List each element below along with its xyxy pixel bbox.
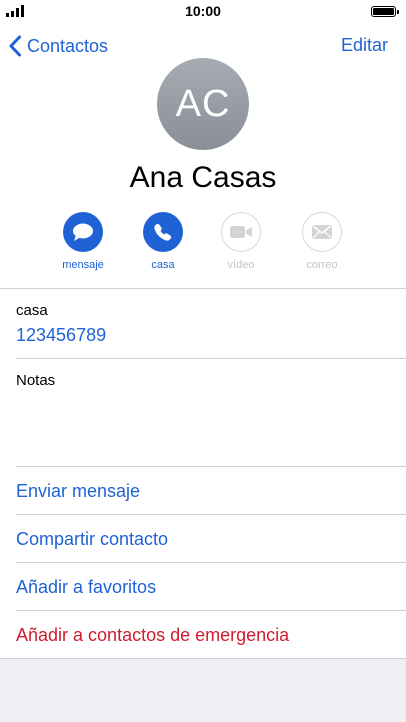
call-action-label: casa — [151, 259, 175, 271]
divider — [16, 514, 406, 515]
send-message-link[interactable]: Enviar mensaje — [16, 481, 406, 502]
divider — [0, 288, 406, 289]
notes-field-label: Notas — [16, 372, 56, 389]
status-bar: 10:00 — [0, 0, 406, 22]
message-action-button[interactable]: mensaje — [48, 212, 118, 271]
bottom-background — [0, 658, 406, 722]
mail-action-label: correo — [306, 259, 338, 271]
back-button[interactable]: Contactos — [8, 33, 108, 59]
call-action-button[interactable]: casa — [128, 212, 198, 271]
divider — [16, 466, 406, 467]
battery-icon — [371, 6, 399, 17]
edit-button[interactable]: Editar — [341, 35, 388, 56]
mail-action-button[interactable]: correo — [287, 212, 357, 271]
video-icon — [221, 212, 261, 252]
divider — [16, 610, 406, 611]
status-time: 10:00 — [185, 3, 221, 19]
phone-field-label: casa — [16, 302, 48, 319]
phone-number-link[interactable]: 123456789 — [16, 325, 106, 346]
mail-icon — [302, 212, 342, 252]
contact-name: Ana Casas — [129, 161, 277, 194]
video-action-button[interactable]: vídeo — [206, 212, 276, 271]
contact-actions: mensaje casa vídeo correo — [0, 212, 406, 276]
back-button-label: Contactos — [27, 35, 109, 56]
phone-icon — [143, 212, 183, 252]
divider — [16, 358, 406, 359]
add-to-favorites-link[interactable]: Añadir a favoritos — [16, 577, 406, 598]
chevron-left-icon — [9, 35, 21, 57]
share-contact-link[interactable]: Compartir contacto — [16, 529, 406, 550]
add-to-emergency-contacts-link[interactable]: Añadir a contactos de emergencia — [16, 625, 406, 646]
divider — [16, 562, 406, 563]
message-action-label: mensaje — [62, 259, 104, 271]
avatar: AC — [157, 58, 249, 150]
notes-field[interactable] — [16, 392, 390, 462]
message-icon — [63, 212, 103, 252]
avatar-initials: AC — [175, 82, 231, 125]
video-action-label: vídeo — [227, 259, 255, 271]
